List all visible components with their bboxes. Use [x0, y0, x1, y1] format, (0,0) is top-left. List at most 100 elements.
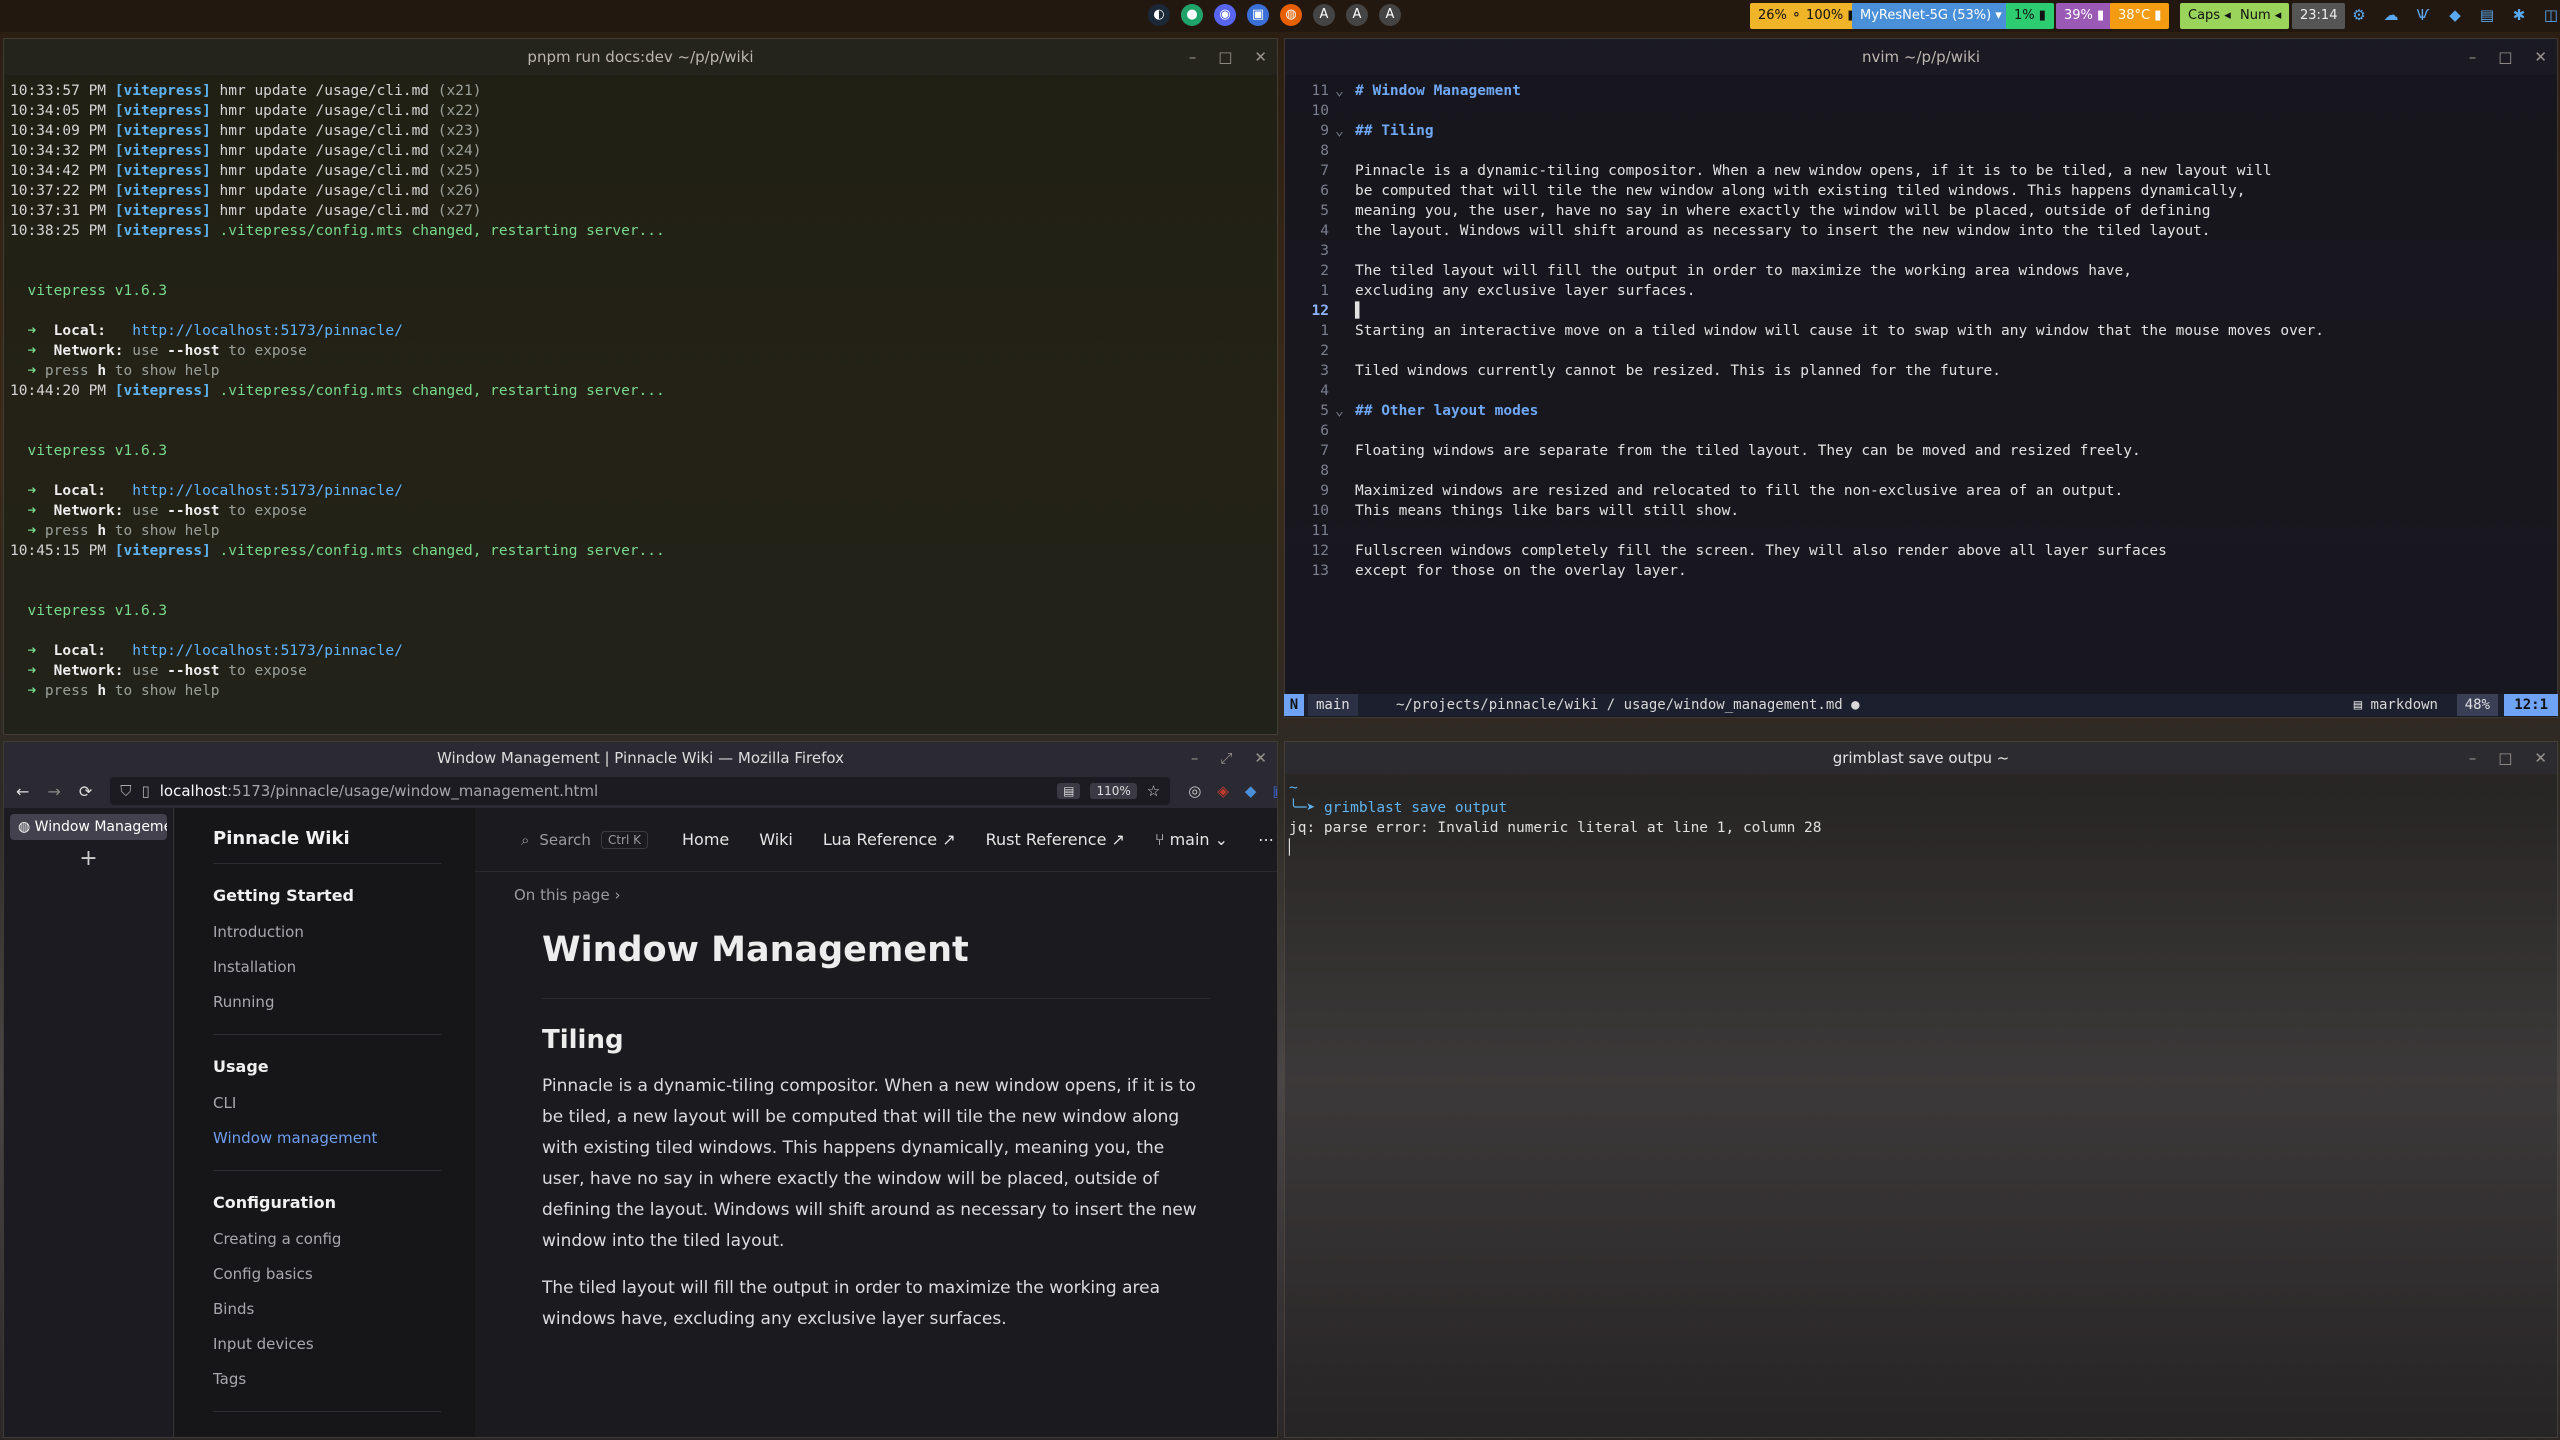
green-circle-icon[interactable]: ● — [1181, 4, 1203, 26]
editor-line: 8 — [1285, 141, 2557, 161]
storage-icon[interactable]: ▤ — [2478, 5, 2496, 25]
new-tab-button[interactable]: + — [4, 846, 173, 871]
titlebar[interactable]: grimblast save outpu ~ – □ ✕ — [1285, 742, 2557, 774]
terminal-line: 10:34:05 PM [vitepress] hmr update /usag… — [10, 101, 1271, 121]
firefox-window[interactable]: Window Management | Pinnacle Wiki — Mozi… — [3, 741, 1278, 1438]
local-url[interactable]: http://localhost:5173/pinnacle/ — [132, 323, 403, 339]
editor-line: 9 Maximized windows are resized and reloc… — [1285, 481, 2557, 501]
sidebar-link[interactable]: Tags — [213, 1362, 441, 1397]
reader-view-icon[interactable]: ▤ — [1057, 783, 1081, 799]
tab-window-management[interactable]: ◍ Window Management | Pinnacle Wiki — [10, 814, 167, 840]
extension-icon[interactable]: ◆ — [1245, 782, 1257, 800]
network-label: Network: — [53, 663, 124, 679]
sidebar-link[interactable]: Introduction — [213, 915, 441, 950]
url-bar[interactable]: ⛉ ▯ localhost:5173/pinnacle/usage/window… — [110, 777, 1171, 805]
sidebar-link[interactable]: Running — [213, 985, 441, 1020]
log-message: hmr update /usage/cli.md — [210, 203, 438, 219]
a-box-icon[interactable]: A — [1346, 4, 1368, 26]
line-text: The tiled layout will fill the output in… — [1355, 263, 2132, 279]
battery-status[interactable]: 26% ⚬ 100% ▮ — [1750, 3, 1863, 29]
sidebar-link[interactable]: Config basics — [213, 1257, 441, 1292]
minimize-icon[interactable]: – — [2469, 742, 2477, 774]
close-icon[interactable]: ✕ — [1254, 39, 1267, 75]
sidebar-group-title: Configuration — [213, 1193, 337, 1212]
discord-icon[interactable]: ◉ — [1214, 4, 1236, 26]
filetype: ▤ markdown — [2353, 697, 2438, 713]
search-button[interactable]: ⌕ Search Ctrl K — [521, 830, 648, 849]
steam-icon[interactable]: ◐ — [1148, 4, 1170, 26]
clock[interactable]: 23:14 — [2292, 3, 2346, 29]
psi-icon[interactable]: Ѱ — [2414, 5, 2432, 25]
terminal-vitepress-window[interactable]: pnpm run docs:dev ~/p/p/wiki – □ ✕ 10:33… — [3, 38, 1278, 735]
fold-column — [1335, 341, 1355, 361]
fold-chevron-icon[interactable]: ⌄ — [1335, 81, 1355, 101]
terminal-output[interactable]: ~ ╰─➤ grimblast save output jq: parse erro… — [1285, 774, 2557, 862]
maximize-icon[interactable]: □ — [1218, 39, 1232, 75]
terminal-output[interactable]: 10:33:57 PM [vitepress] hmr update /usag… — [4, 75, 1277, 707]
titlebar[interactable]: nvim ~/p/p/wiki – □ ✕ — [1285, 39, 2557, 75]
sidebar-link[interactable]: Binds — [213, 1292, 441, 1327]
cloud-icon[interactable]: ☁ — [2382, 5, 2400, 25]
site-title[interactable]: Pinnacle Wiki — [213, 824, 441, 864]
a-box-icon[interactable]: A — [1379, 4, 1401, 26]
blue-square-icon[interactable]: ▣ — [1247, 4, 1269, 26]
close-icon[interactable]: ✕ — [2534, 742, 2547, 774]
maximize-icon[interactable]: □ — [2498, 39, 2512, 75]
restore-icon[interactable]: ⤢ — [1220, 742, 1232, 774]
sidebar-link[interactable]: Creating a config — [213, 1222, 441, 1257]
nav-link[interactable]: Lua Reference ↗ — [823, 830, 956, 849]
nav-link[interactable]: Wiki — [759, 830, 793, 849]
local-url[interactable]: http://localhost:5173/pinnacle/ — [132, 483, 403, 499]
sidebar-link[interactable]: Input devices — [213, 1327, 441, 1362]
nav-link[interactable]: ⑂ main ⌄ — [1155, 830, 1228, 849]
log-message: hmr update /usage/cli.md — [210, 83, 438, 99]
reload-icon[interactable]: ⟳ — [79, 782, 92, 801]
fold-column — [1335, 221, 1355, 241]
titlebar[interactable]: pnpm run docs:dev ~/p/p/wiki – □ ✕ — [4, 39, 1277, 75]
shield-icon[interactable]: ⛉ — [120, 782, 131, 800]
maximize-icon[interactable]: □ — [2498, 742, 2512, 774]
terminal-line: 10:45:15 PM [vitepress] .vitepress/confi… — [10, 541, 1271, 561]
bookmark-star-icon[interactable]: ☆ — [1147, 782, 1160, 800]
terminal-line: 10:33:57 PM [vitepress] hmr update /usag… — [10, 81, 1271, 101]
fold-column — [1335, 481, 1355, 501]
titlebar[interactable]: Window Management | Pinnacle Wiki — Mozi… — [4, 742, 1277, 774]
fold-chevron-icon[interactable]: ⌄ — [1335, 401, 1355, 421]
bitwarden-icon[interactable]: ▣ — [1272, 782, 1277, 800]
nvim-window[interactable]: nvim ~/p/p/wiki – □ ✕ 11 ⌄ # Window Manage… — [1284, 38, 2558, 718]
wifi-status[interactable]: MyResNet-5G (53%) ▾ — [1852, 3, 2010, 29]
minimize-icon[interactable]: – — [1191, 742, 1199, 774]
display-icon[interactable]: ◫ — [2542, 5, 2560, 25]
firefox-icon[interactable]: ◍ — [1280, 4, 1302, 26]
back-icon[interactable]: ← — [16, 782, 29, 801]
close-icon[interactable]: ✕ — [2534, 39, 2547, 75]
editor-buffer[interactable]: 11 ⌄ # Window Management 10 9 ⌄ ## Tiling 8 7 Pin… — [1285, 75, 2557, 581]
a-box-icon[interactable]: A — [1313, 4, 1335, 26]
page-info-icon[interactable]: ▯ — [141, 782, 149, 800]
nav-link[interactable]: Rust Reference ↗ — [986, 830, 1125, 849]
nav-link[interactable]: Home — [682, 830, 729, 849]
fold-chevron-icon[interactable]: ⌄ — [1335, 121, 1355, 141]
docs-navbar: ⌕ Search Ctrl K Home Wiki Lua Reference ↗ R… — [475, 808, 1277, 872]
terminal-grimblast-window[interactable]: grimblast save outpu ~ – □ ✕ ~ ╰─➤ grimbl… — [1284, 741, 2558, 1438]
on-this-page-toggle[interactable]: On this page › — [514, 886, 620, 904]
sidebar-link[interactable]: Window management — [213, 1121, 441, 1156]
wifi-icon[interactable]: ◆ — [2446, 5, 2464, 25]
ublock-icon[interactable]: ◈ — [1217, 782, 1229, 800]
extension-icon[interactable]: ◎ — [1188, 782, 1201, 800]
local-url[interactable]: http://localhost:5173/pinnacle/ — [132, 643, 403, 659]
network-tail: to expose — [219, 343, 307, 359]
nav-link[interactable]: ⋯ — [1258, 830, 1274, 849]
sidebar-link[interactable]: CLI — [213, 1086, 441, 1121]
bluetooth-icon[interactable]: ✱ — [2510, 5, 2528, 25]
sidebar-link[interactable]: Installation — [213, 950, 441, 985]
arrow-glyph: ➜ — [10, 323, 54, 339]
editor-line: 4 — [1285, 381, 2557, 401]
minimize-icon[interactable]: – — [2469, 39, 2477, 75]
log-tag: [vitepress] — [114, 183, 211, 199]
zoom-level[interactable]: 110% — [1090, 783, 1137, 799]
close-icon[interactable]: ✕ — [1254, 742, 1267, 774]
minimize-icon[interactable]: – — [1189, 39, 1197, 75]
forward-icon[interactable]: → — [47, 782, 60, 801]
steam-tray-icon[interactable]: ⚙ — [2350, 5, 2368, 25]
